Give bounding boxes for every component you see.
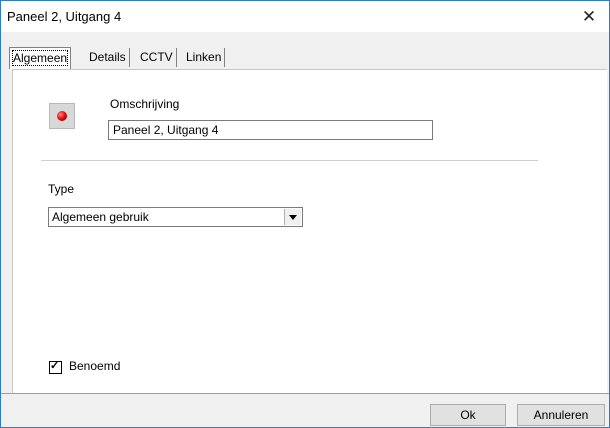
window-title: Paneel 2, Uitgang 4 <box>7 9 122 24</box>
status-indicator <box>49 103 75 129</box>
description-label: Omschrijving <box>110 97 180 111</box>
tab-linken[interactable]: Linken <box>183 48 226 67</box>
named-checkbox[interactable]: ✓ <box>49 360 62 374</box>
description-input[interactable]: Paneel 2, Uitgang 4 <box>108 120 433 140</box>
close-icon[interactable]: ✕ <box>569 1 609 32</box>
tab-algemeen[interactable]: Algemeen <box>9 47 72 69</box>
properties-dialog: Paneel 2, Uitgang 4 ✕ Algemeen Details C… <box>0 0 610 428</box>
tab-details[interactable]: Details <box>86 48 130 67</box>
named-label: Benoemd <box>69 359 121 373</box>
check-icon: ✓ <box>50 360 60 372</box>
title-bar: Paneel 2, Uitgang 4 ✕ <box>1 1 609 32</box>
tab-panel-algemeen: Omschrijving Paneel 2, Uitgang 4 Type Al… <box>12 69 607 394</box>
tab-cctv[interactable]: CCTV <box>137 48 177 67</box>
type-select[interactable]: Algemeen gebruik <box>48 207 303 227</box>
type-selected-value: Algemeen gebruik <box>52 210 149 224</box>
type-label: Type <box>48 182 75 196</box>
divider <box>41 160 538 161</box>
ok-button[interactable]: Ok <box>430 404 506 426</box>
cancel-button[interactable]: Annuleren <box>517 404 605 426</box>
button-bar: Ok Annuleren <box>1 393 609 427</box>
tab-algemeen-label: Algemeen <box>11 50 69 66</box>
chevron-down-icon[interactable] <box>284 209 301 225</box>
red-led-icon <box>57 111 67 121</box>
